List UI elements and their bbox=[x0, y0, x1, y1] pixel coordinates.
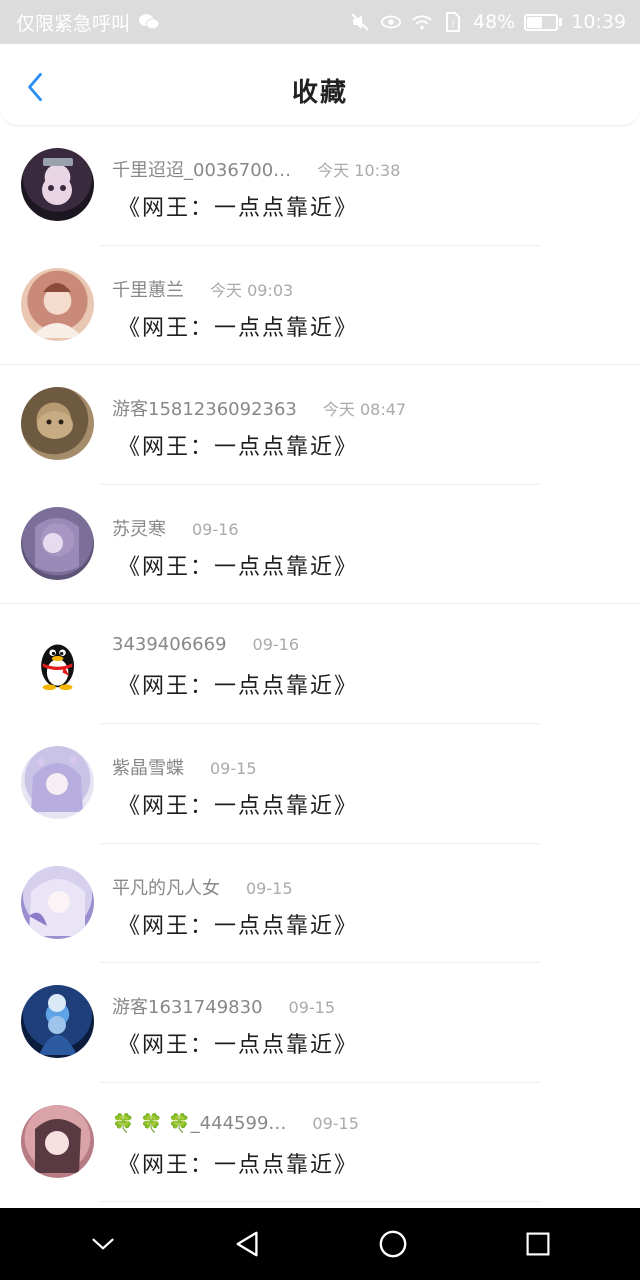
avatar[interactable] bbox=[21, 626, 94, 700]
list-item[interactable]: 游客1631749830 09-15 《网王：一点点靠近》 bbox=[0, 963, 640, 1083]
collapse-button[interactable] bbox=[73, 1214, 133, 1274]
wechat-icon bbox=[139, 14, 160, 30]
avatar[interactable] bbox=[21, 745, 94, 819]
nav-home-button[interactable] bbox=[363, 1214, 423, 1274]
favorites-list: 千里迢迢_0036700… 今天 10:38 《网王：一点点靠近》 千里蕙兰 今天 … bbox=[0, 126, 640, 1203]
user-name: 🍀 🍀 🍀_444599… bbox=[112, 1112, 287, 1134]
list-item[interactable]: 游客1581236092363 今天 08:47 《网王：一点点靠近》 bbox=[0, 365, 640, 485]
timestamp: 09-15 bbox=[210, 758, 257, 778]
book-title[interactable]: 《网王：一点点靠近》 bbox=[118, 668, 358, 700]
book-title[interactable]: 《网王：一点点靠近》 bbox=[118, 1147, 358, 1179]
avatar[interactable] bbox=[21, 267, 94, 341]
timestamp: 09-15 bbox=[246, 878, 293, 898]
timestamp: 09-15 bbox=[312, 1113, 359, 1133]
clock: 10:39 bbox=[571, 11, 626, 33]
avatar[interactable] bbox=[21, 985, 94, 1059]
eye-icon bbox=[380, 15, 402, 29]
timestamp: 今天 09:03 bbox=[210, 280, 294, 300]
avatar[interactable] bbox=[21, 1104, 94, 1178]
collapse-icon bbox=[91, 1238, 114, 1250]
book-title[interactable]: 《网王：一点点靠近》 bbox=[118, 908, 358, 940]
book-title[interactable]: 《网王：一点点靠近》 bbox=[118, 549, 358, 581]
list-item[interactable]: 3439406669 09-16 《网王：一点点靠近》 bbox=[0, 604, 640, 724]
user-name: 千里迢迢_0036700… bbox=[112, 160, 292, 181]
user-name: 3439406669 bbox=[112, 634, 227, 656]
divider bbox=[100, 1201, 540, 1203]
nav-back-button[interactable] bbox=[218, 1214, 278, 1274]
carrier-text: 仅限紧急呼叫 bbox=[16, 12, 131, 35]
list-item[interactable]: 千里迢迢_0036700… 今天 10:38 《网王：一点点靠近》 bbox=[0, 126, 640, 246]
battery-icon bbox=[524, 13, 563, 31]
status-left: 仅限紧急呼叫 bbox=[16, 9, 160, 36]
timestamp: 今天 08:47 bbox=[322, 400, 407, 420]
book-title[interactable]: 《网王：一点点靠近》 bbox=[118, 1027, 358, 1059]
user-name: 游客1631749830 bbox=[112, 997, 263, 1019]
system-nav-bar bbox=[0, 1208, 640, 1280]
list-item[interactable]: 苏灵寒 09-16 《网王：一点点靠近》 bbox=[0, 485, 640, 605]
timestamp: 09-15 bbox=[288, 998, 336, 1018]
mute-icon bbox=[351, 13, 369, 31]
status-bar: 仅限紧急呼叫 ! 48% 10:39 bbox=[0, 0, 640, 44]
book-title[interactable]: 《网王：一点点靠近》 bbox=[118, 429, 358, 461]
user-name: 平凡的凡人女 bbox=[112, 877, 220, 899]
avatar[interactable] bbox=[21, 865, 94, 939]
list-item[interactable]: 🍀 🍀 🍀_444599… 09-15 《网王：一点点靠近》 bbox=[0, 1083, 640, 1203]
battery-percent: 48% bbox=[473, 11, 516, 33]
header-bar: 收藏 bbox=[0, 44, 640, 126]
wifi-icon bbox=[412, 15, 432, 30]
book-title[interactable]: 《网王：一点点靠近》 bbox=[118, 310, 358, 342]
timestamp: 今天 10:38 bbox=[317, 161, 401, 180]
page-title: 收藏 bbox=[291, 78, 348, 108]
book-title[interactable]: 《网王：一点点靠近》 bbox=[118, 190, 358, 222]
book-title[interactable]: 《网王：一点点靠近》 bbox=[118, 788, 358, 820]
back-triangle-icon bbox=[236, 1231, 258, 1257]
nav-recent-button[interactable] bbox=[508, 1214, 568, 1274]
user-name: 千里蕙兰 bbox=[112, 279, 184, 301]
list-item[interactable]: 千里蕙兰 今天 09:03 《网王：一点点靠近》 bbox=[0, 246, 640, 366]
home-circle-icon bbox=[379, 1230, 406, 1258]
user-name: 紫晶雪蝶 bbox=[112, 757, 184, 779]
status-right: ! 48% 10:39 bbox=[349, 11, 626, 33]
avatar[interactable] bbox=[21, 387, 94, 461]
user-name: 苏灵寒 bbox=[112, 518, 166, 540]
avatar[interactable] bbox=[21, 148, 94, 221]
timestamp: 09-16 bbox=[252, 635, 300, 655]
list-item[interactable]: 紫晶雪蝶 09-15 《网王：一点点靠近》 bbox=[0, 724, 640, 844]
list-item[interactable]: 平凡的凡人女 09-15 《网王：一点点靠近》 bbox=[0, 844, 640, 964]
sim-icon: ! bbox=[446, 12, 460, 32]
recent-square-icon bbox=[526, 1232, 549, 1256]
user-name: 游客1581236092363 bbox=[112, 399, 297, 421]
avatar[interactable] bbox=[21, 506, 94, 580]
svg-text:!: ! bbox=[451, 20, 455, 30]
qq-penguin-icon bbox=[40, 644, 74, 690]
timestamp: 09-16 bbox=[192, 519, 239, 539]
